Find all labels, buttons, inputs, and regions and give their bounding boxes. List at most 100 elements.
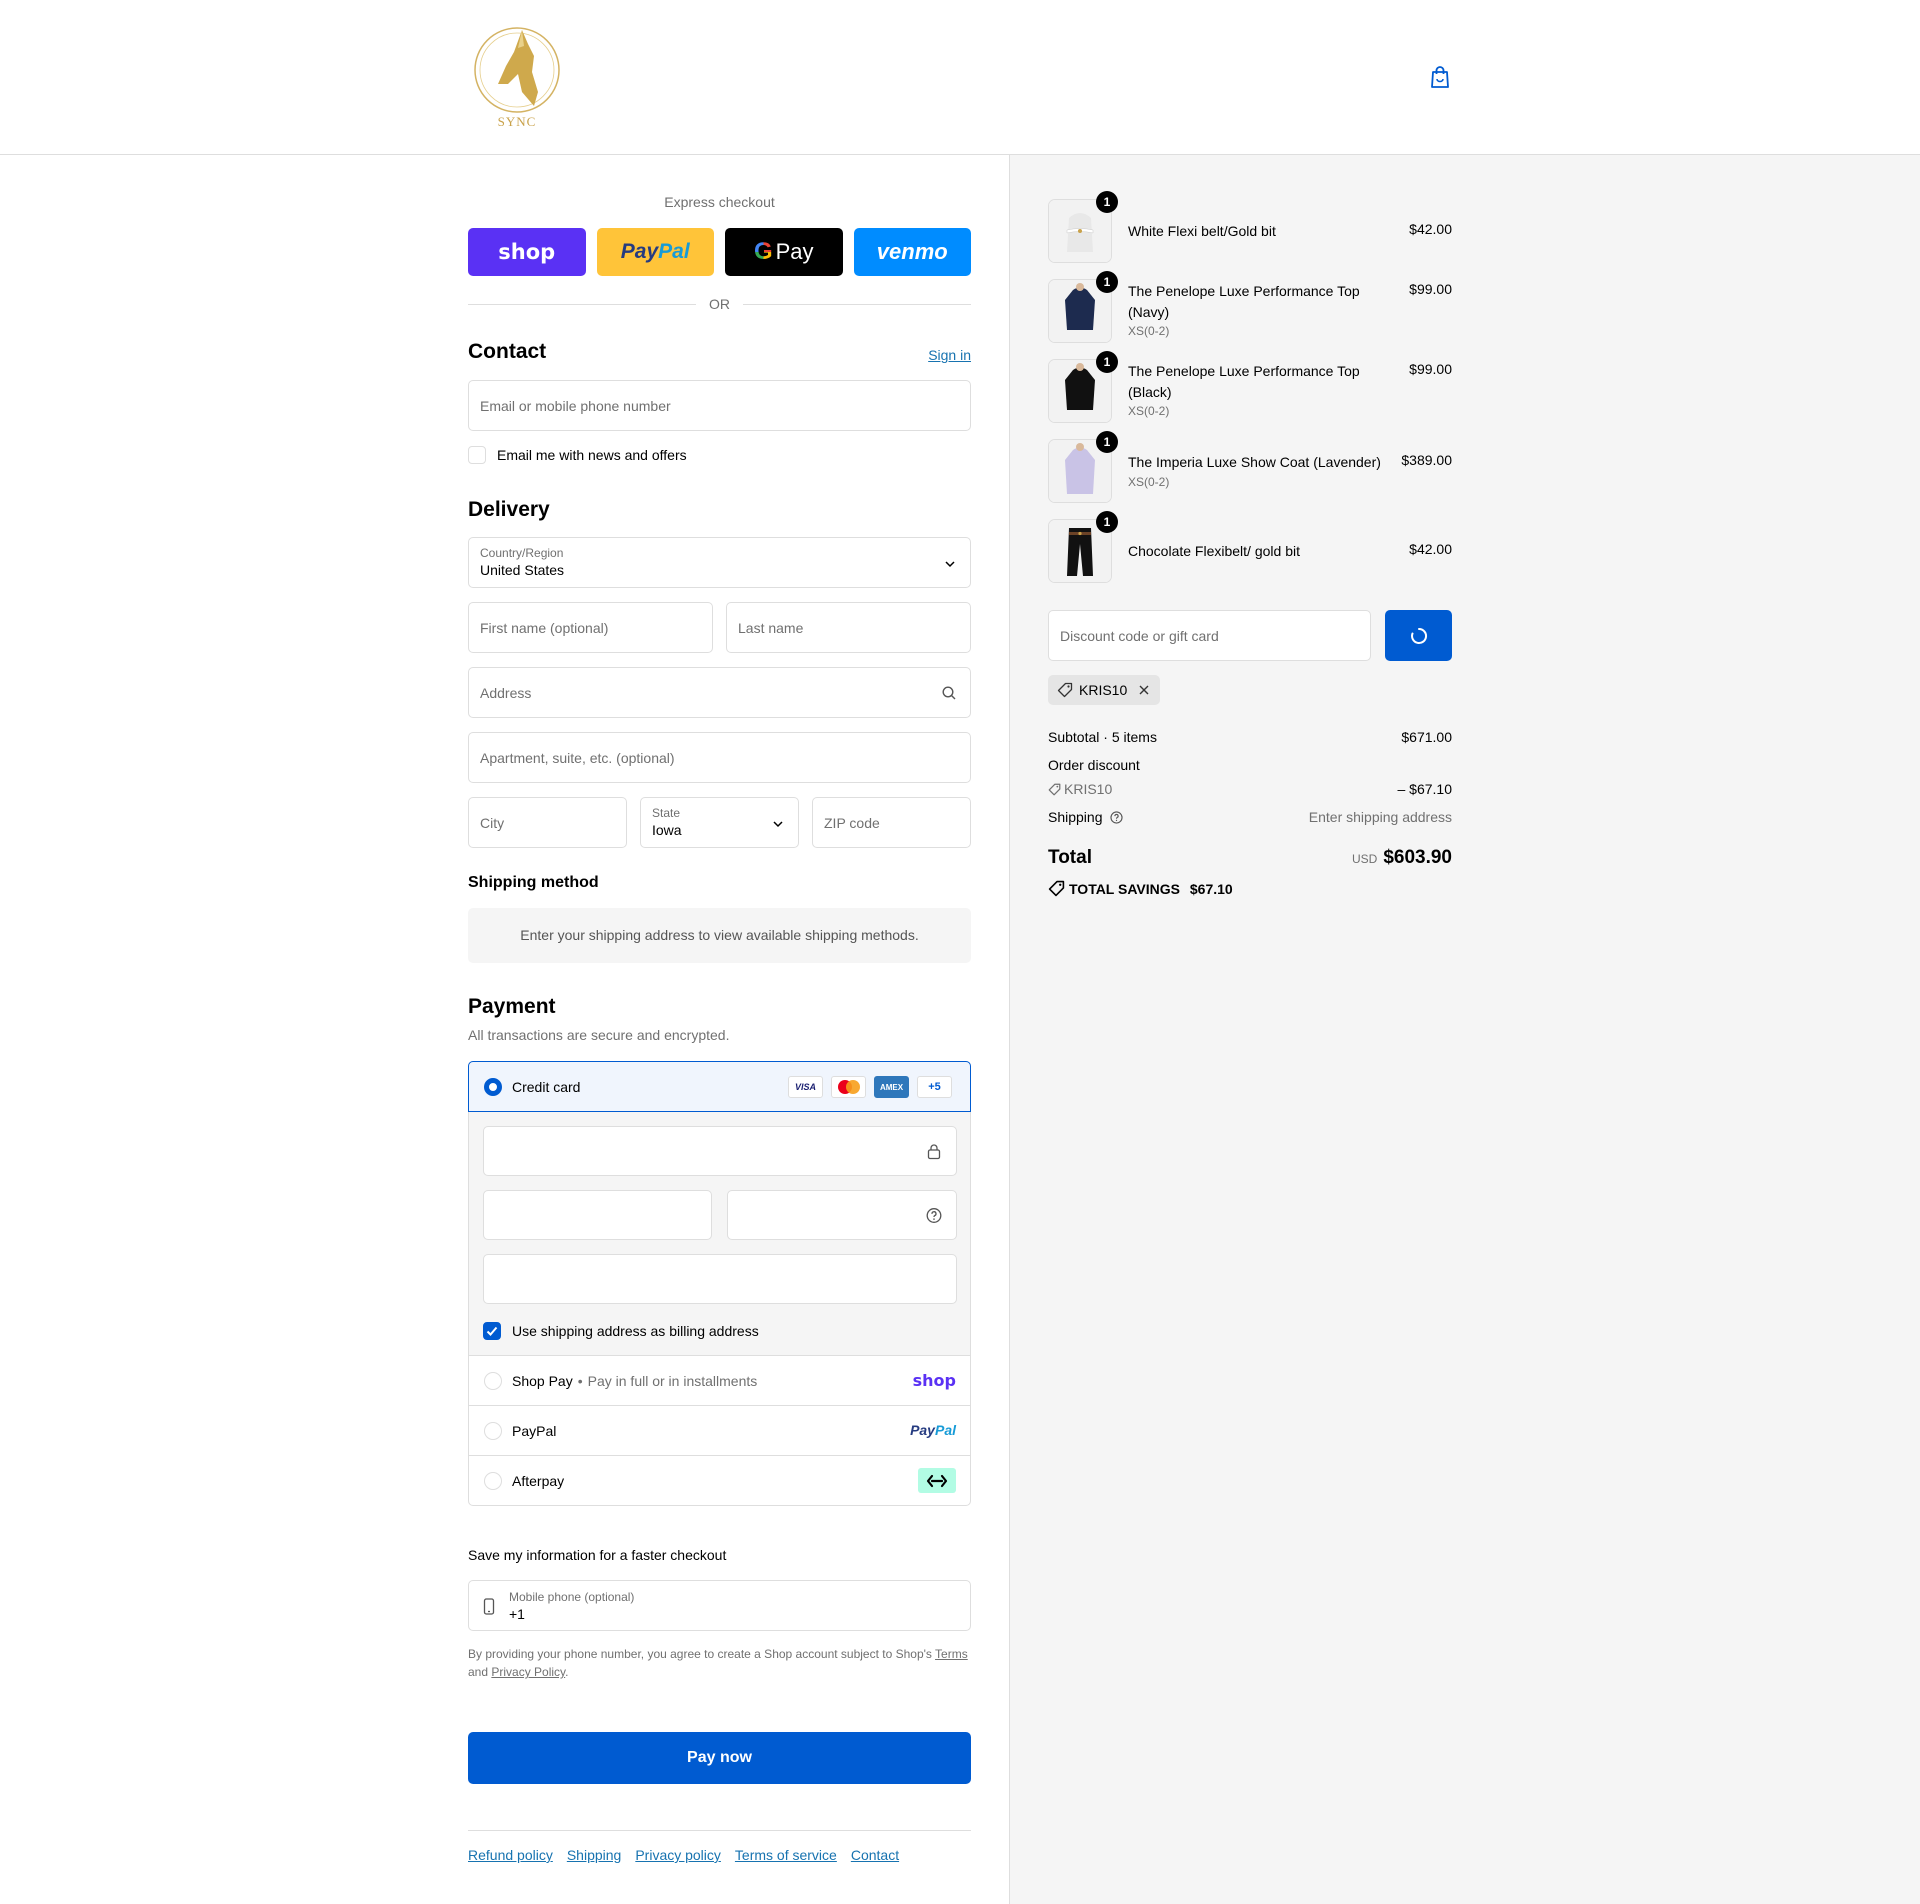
product-thumbnail: 1 bbox=[1048, 511, 1118, 583]
tag-icon bbox=[1057, 682, 1073, 698]
discount-field[interactable] bbox=[1048, 610, 1371, 661]
more-brands-badge: +5 bbox=[917, 1076, 952, 1098]
payment-subtitle: All transactions are secure and encrypte… bbox=[468, 1027, 730, 1043]
help-circle-icon[interactable] bbox=[1110, 811, 1123, 824]
news-checkbox[interactable] bbox=[468, 446, 486, 464]
quantity-badge: 1 bbox=[1096, 511, 1118, 533]
zip-field[interactable] bbox=[812, 797, 971, 848]
help-circle-icon[interactable] bbox=[926, 1207, 942, 1224]
discount-code-row: KRIS10 – $67.10 bbox=[1048, 781, 1452, 797]
applied-code: KRIS10 bbox=[1079, 682, 1128, 698]
card-number-field[interactable] bbox=[483, 1126, 957, 1176]
last-name-input[interactable] bbox=[727, 603, 970, 652]
google-pay-button[interactable]: G Pay bbox=[725, 228, 843, 276]
tag-icon bbox=[1048, 880, 1065, 897]
item-price: $99.00 bbox=[1409, 361, 1452, 377]
subtotal-row: Subtotal · 5 items $671.00 bbox=[1048, 729, 1452, 745]
total-row: Total USD $603.90 bbox=[1048, 847, 1452, 873]
sync-logo[interactable]: SYNC bbox=[468, 22, 566, 130]
amex-icon: AMEX bbox=[874, 1076, 909, 1098]
phone-legal-text: By providing your phone number, you agre… bbox=[468, 1647, 968, 1679]
sign-in-link[interactable]: Sign in bbox=[928, 347, 971, 363]
pay-now-button[interactable]: Pay now bbox=[468, 1732, 971, 1784]
address-field[interactable] bbox=[468, 667, 971, 718]
afterpay-radio[interactable] bbox=[484, 1472, 502, 1490]
last-name-field[interactable] bbox=[726, 602, 971, 653]
credit-card-radio[interactable] bbox=[484, 1078, 502, 1096]
zip-input[interactable] bbox=[813, 798, 970, 847]
email-field[interactable] bbox=[468, 380, 971, 431]
credit-card-option[interactable]: Credit card VISA AMEX +5 bbox=[468, 1061, 971, 1112]
item-name: Chocolate Flexibelt/ gold bit bbox=[1128, 543, 1300, 559]
header: SYNC bbox=[0, 0, 1920, 155]
state-select[interactable]: State Iowa bbox=[640, 797, 799, 848]
expiry-field[interactable] bbox=[483, 1190, 712, 1240]
mastercard-icon bbox=[831, 1076, 866, 1098]
apply-discount-button[interactable] bbox=[1385, 610, 1452, 661]
item-name: The Penelope Luxe Performance Top (Navy) bbox=[1128, 283, 1360, 320]
terms-link[interactable]: Terms bbox=[935, 1647, 968, 1661]
footer-divider bbox=[468, 1830, 971, 1831]
footer-links: Refund policy Shipping Privacy policy Te… bbox=[468, 1847, 899, 1863]
shop-pay-logo: shop bbox=[912, 1371, 956, 1390]
privacy-policy-footer-link[interactable]: Privacy policy bbox=[635, 1847, 721, 1863]
afterpay-option[interactable]: Afterpay bbox=[469, 1455, 970, 1505]
shipping-method-info: Enter your shipping address to view avai… bbox=[468, 908, 971, 963]
paypal-option[interactable]: PayPal PayPal bbox=[469, 1405, 970, 1455]
product-thumbnail: 1 bbox=[1048, 191, 1118, 263]
billing-label: Use shipping address as billing address bbox=[512, 1323, 759, 1339]
first-name-field[interactable] bbox=[468, 602, 713, 653]
shipping-method-title: Shipping method bbox=[468, 874, 599, 891]
venmo-button[interactable]: venmo bbox=[853, 228, 971, 276]
search-icon bbox=[942, 686, 956, 700]
express-checkout-buttons: shop Pay Pal G Pay venmo bbox=[468, 228, 971, 276]
news-label: Email me with news and offers bbox=[497, 447, 687, 463]
phone-icon bbox=[483, 1598, 495, 1615]
shop-pay-radio[interactable] bbox=[484, 1372, 502, 1390]
shop-pay-button[interactable]: shop bbox=[468, 228, 586, 276]
quantity-badge: 1 bbox=[1096, 191, 1118, 213]
item-name: The Imperia Luxe Show Coat (Lavender) bbox=[1128, 454, 1381, 470]
credit-card-form: Use shipping address as billing address bbox=[469, 1112, 970, 1355]
contact-link[interactable]: Contact bbox=[851, 1847, 899, 1863]
applied-discount-chip: KRIS10 bbox=[1048, 675, 1161, 705]
city-field[interactable] bbox=[468, 797, 627, 848]
total-value: $603.90 bbox=[1383, 847, 1452, 868]
address-input[interactable] bbox=[469, 668, 970, 717]
card-brands: VISA AMEX +5 bbox=[788, 1076, 952, 1098]
or-divider: OR bbox=[468, 294, 971, 314]
shipping-link[interactable]: Shipping bbox=[567, 1847, 622, 1863]
shop-pay-option[interactable]: Shop Pay • Pay in full or in installment… bbox=[469, 1355, 970, 1405]
security-code-field[interactable] bbox=[727, 1190, 957, 1240]
first-name-input[interactable] bbox=[469, 603, 712, 652]
google-g-icon: G bbox=[753, 238, 773, 265]
name-on-card-field[interactable] bbox=[483, 1254, 957, 1304]
mobile-phone-field[interactable]: Mobile phone (optional) +1 bbox=[468, 1580, 971, 1631]
chevron-down-icon bbox=[945, 561, 955, 568]
item-price: $99.00 bbox=[1409, 281, 1452, 297]
item-variant: XS(0-2) bbox=[1128, 324, 1170, 338]
privacy-policy-link[interactable]: Privacy Policy bbox=[491, 1665, 565, 1679]
terms-of-service-link[interactable]: Terms of service bbox=[735, 1847, 837, 1863]
item-price: $42.00 bbox=[1409, 541, 1452, 557]
city-input[interactable] bbox=[469, 798, 626, 847]
contact-title: Contact bbox=[468, 340, 547, 363]
apartment-field[interactable] bbox=[468, 732, 971, 783]
item-name: White Flexi belt/Gold bit bbox=[1128, 223, 1276, 239]
order-discount-row: Order discount bbox=[1048, 757, 1140, 773]
apartment-input[interactable] bbox=[469, 733, 970, 782]
shipping-row: Shipping Enter shipping address bbox=[1048, 809, 1452, 825]
close-icon[interactable] bbox=[1137, 683, 1151, 697]
logo-text: SYNC bbox=[497, 114, 537, 129]
lock-icon bbox=[927, 1144, 941, 1160]
check-icon bbox=[486, 1326, 498, 1336]
discount-input[interactable] bbox=[1049, 611, 1370, 660]
paypal-radio[interactable] bbox=[484, 1422, 502, 1440]
billing-checkbox[interactable] bbox=[483, 1322, 501, 1340]
cart-icon[interactable] bbox=[1428, 64, 1452, 90]
country-select[interactable]: Country/Region United States bbox=[468, 537, 971, 588]
refund-policy-link[interactable]: Refund policy bbox=[468, 1847, 553, 1863]
paypal-button[interactable]: Pay Pal bbox=[596, 228, 714, 276]
quantity-badge: 1 bbox=[1096, 351, 1118, 373]
email-input[interactable] bbox=[469, 381, 970, 430]
